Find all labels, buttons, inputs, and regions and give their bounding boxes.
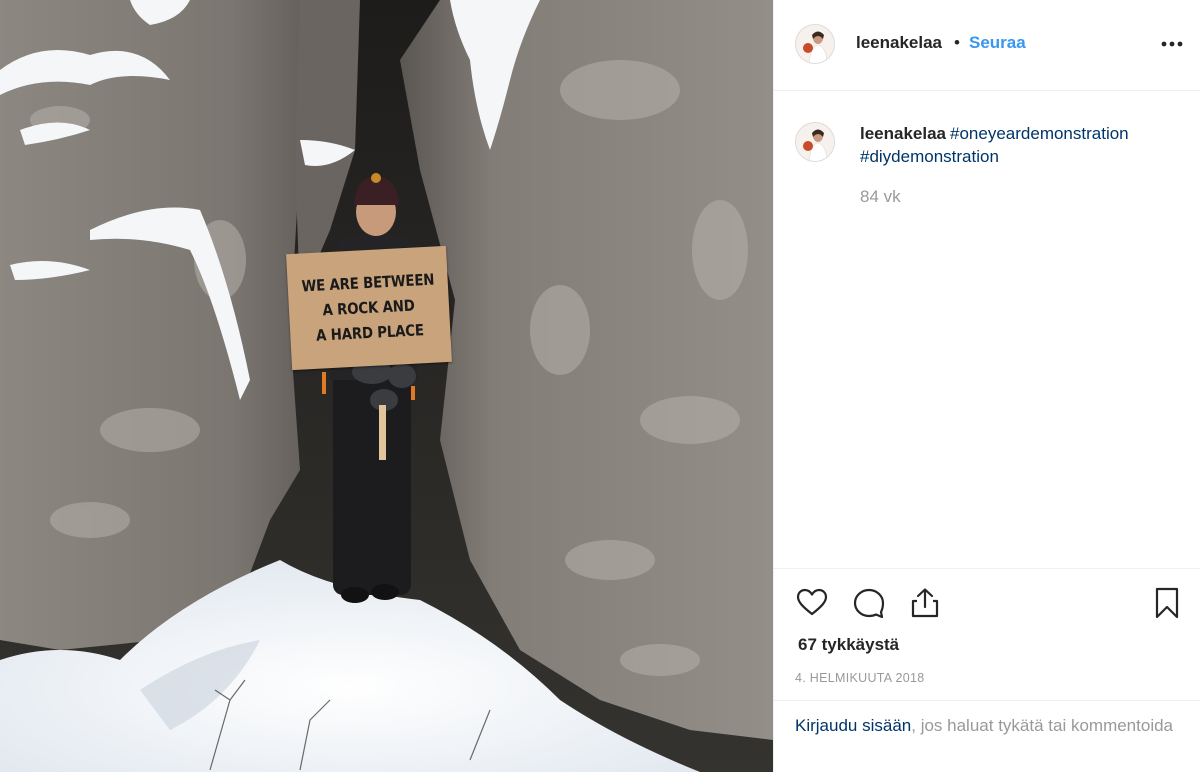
avatar[interactable] xyxy=(795,24,835,64)
login-prompt-rest: , jos haluat tykätä tai kommentoida xyxy=(911,716,1173,735)
comment-icon xyxy=(853,588,885,619)
login-prompt-text: Kirjaudu sisään, jos haluat tykätä tai k… xyxy=(795,714,1175,738)
sign-text-line-1: WE ARE BETWEEN xyxy=(300,270,435,295)
avatar-image xyxy=(796,123,834,161)
like-button[interactable] xyxy=(795,586,829,620)
post-header: leenakelaa • Seuraa xyxy=(774,0,1200,91)
separator-dot: • xyxy=(954,33,960,52)
more-horizontal-icon xyxy=(1161,41,1183,47)
login-prompt: Kirjaudu sisään, jos haluat tykätä tai k… xyxy=(774,700,1200,772)
heart-icon xyxy=(796,588,828,616)
more-options-button[interactable] xyxy=(1158,30,1186,58)
post-actions: 67 tykkäystä 4. HELMIKUUTA 2018 Kirjaudu… xyxy=(774,568,1200,772)
bookmark-icon xyxy=(1155,587,1179,619)
caption-avatar[interactable] xyxy=(795,122,835,162)
header-username[interactable]: leenakelaa xyxy=(856,33,942,53)
share-icon xyxy=(911,588,939,618)
avatar-image xyxy=(796,25,834,63)
post-caption: leenakelaa #oneyeardemonstration #diydemo… xyxy=(860,122,1180,168)
save-button[interactable] xyxy=(1150,586,1184,620)
photo-scene xyxy=(0,0,773,772)
comment-button[interactable] xyxy=(852,586,886,620)
protest-sign: WE ARE BETWEEN A ROCK AND A HARD PLACE xyxy=(286,245,452,371)
follow-button[interactable]: Seuraa xyxy=(969,33,1026,53)
likes-count[interactable]: 67 tykkäystä xyxy=(798,635,899,655)
post-sidebar: leenakelaa • Seuraa leenakelaa #oneyearde… xyxy=(773,0,1200,772)
login-link[interactable]: Kirjaudu sisään xyxy=(795,716,911,735)
caption-username[interactable]: leenakelaa xyxy=(860,124,946,143)
hashtag-link[interactable]: #oneyeardemonstration xyxy=(950,124,1129,143)
hashtag-link[interactable]: #diydemonstration xyxy=(860,147,999,166)
sign-text-line-3: A HARD PLACE xyxy=(315,320,425,345)
share-button[interactable] xyxy=(908,586,942,620)
caption-time-ago: 84 vk xyxy=(860,187,901,206)
post-photo: WE ARE BETWEEN A ROCK AND A HARD PLACE xyxy=(0,0,773,772)
post-date: 4. HELMIKUUTA 2018 xyxy=(795,671,925,685)
